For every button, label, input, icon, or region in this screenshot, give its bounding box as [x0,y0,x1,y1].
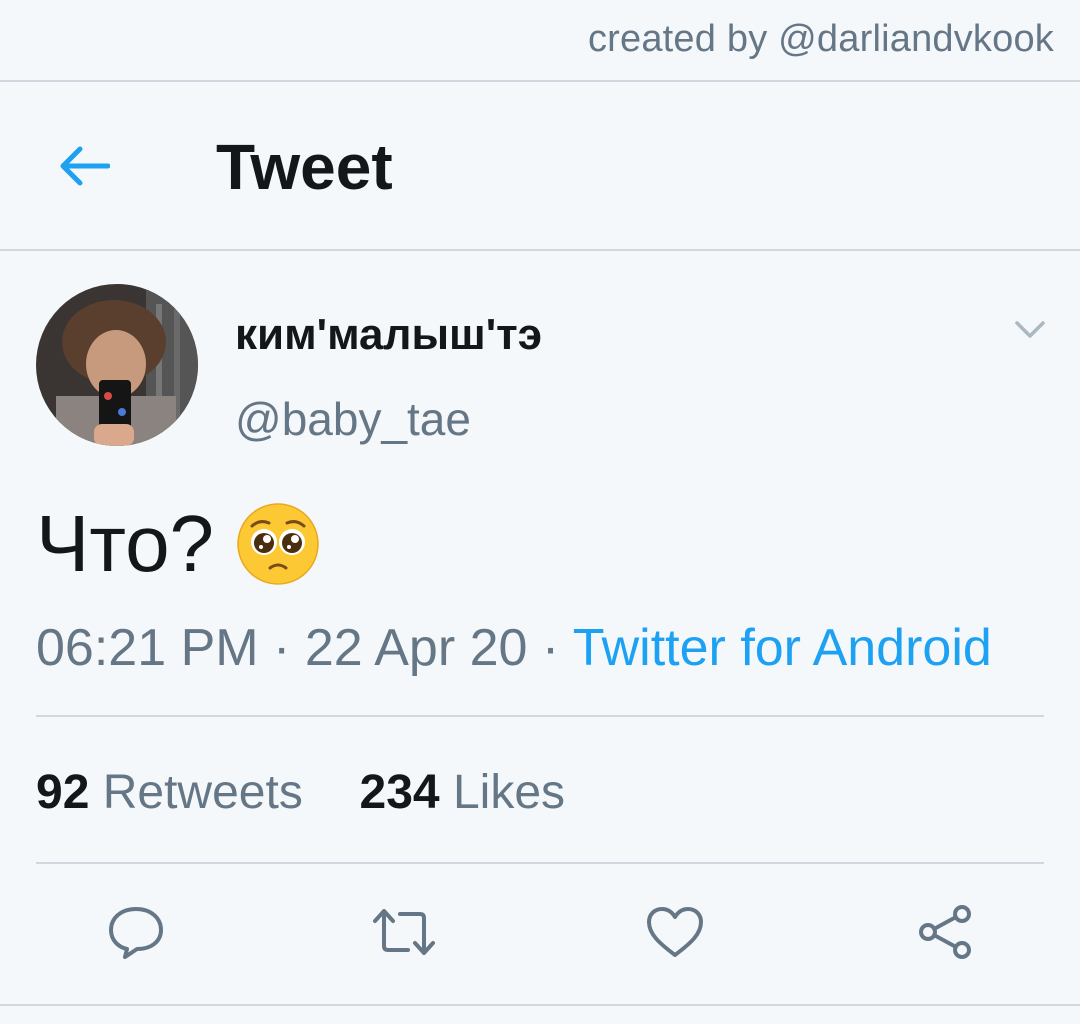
likes-count: 234 [359,766,440,819]
tweet-source-link[interactable]: Twitter for Android [573,619,992,677]
likes-stat[interactable]: 234 Likes [360,766,566,819]
divider [36,862,1044,864]
back-button[interactable] [54,136,114,196]
tweet-stats: 92 Retweets 234 Likes [36,765,565,820]
reply-button[interactable] [104,900,168,964]
meta-separator: · [541,619,560,677]
retweet-button[interactable] [372,900,436,964]
divider [0,80,1080,82]
back-arrow-icon [60,146,110,186]
tweet-metadata: 06:21 PM · 22 Apr 20 · Twitter for Andro… [36,618,992,678]
divider [0,1004,1080,1006]
retweets-label: Retweets [102,766,303,819]
retweets-stat[interactable]: 92 Retweets [36,766,303,819]
retweet-icon [373,909,435,955]
divider [0,249,1080,251]
chevron-down-icon [1015,321,1045,338]
heart-icon [647,907,703,957]
user-handle[interactable]: @baby_tae [235,392,471,446]
share-button[interactable] [913,900,977,964]
tweet-time: 06:21 PM [36,619,259,677]
pleading-face-emoji-icon [237,503,319,585]
tweet-text-content: Что? [36,499,215,588]
more-options-button[interactable] [1010,312,1050,348]
likes-label: Likes [452,766,566,819]
meta-separator: · [273,619,291,677]
watermark-credit: created by @darliandvkook [587,18,1054,60]
reply-icon [109,907,163,959]
divider [36,715,1044,717]
like-button[interactable] [643,900,707,964]
avatar[interactable] [36,284,198,446]
tweet-text: Что? [36,498,320,590]
share-icon [919,905,971,959]
tweet-date: 22 Apr 20 [304,619,528,677]
retweets-count: 92 [36,766,90,819]
page-title: Tweet [216,131,393,203]
display-name[interactable]: ким'малыш'тэ [235,310,542,360]
